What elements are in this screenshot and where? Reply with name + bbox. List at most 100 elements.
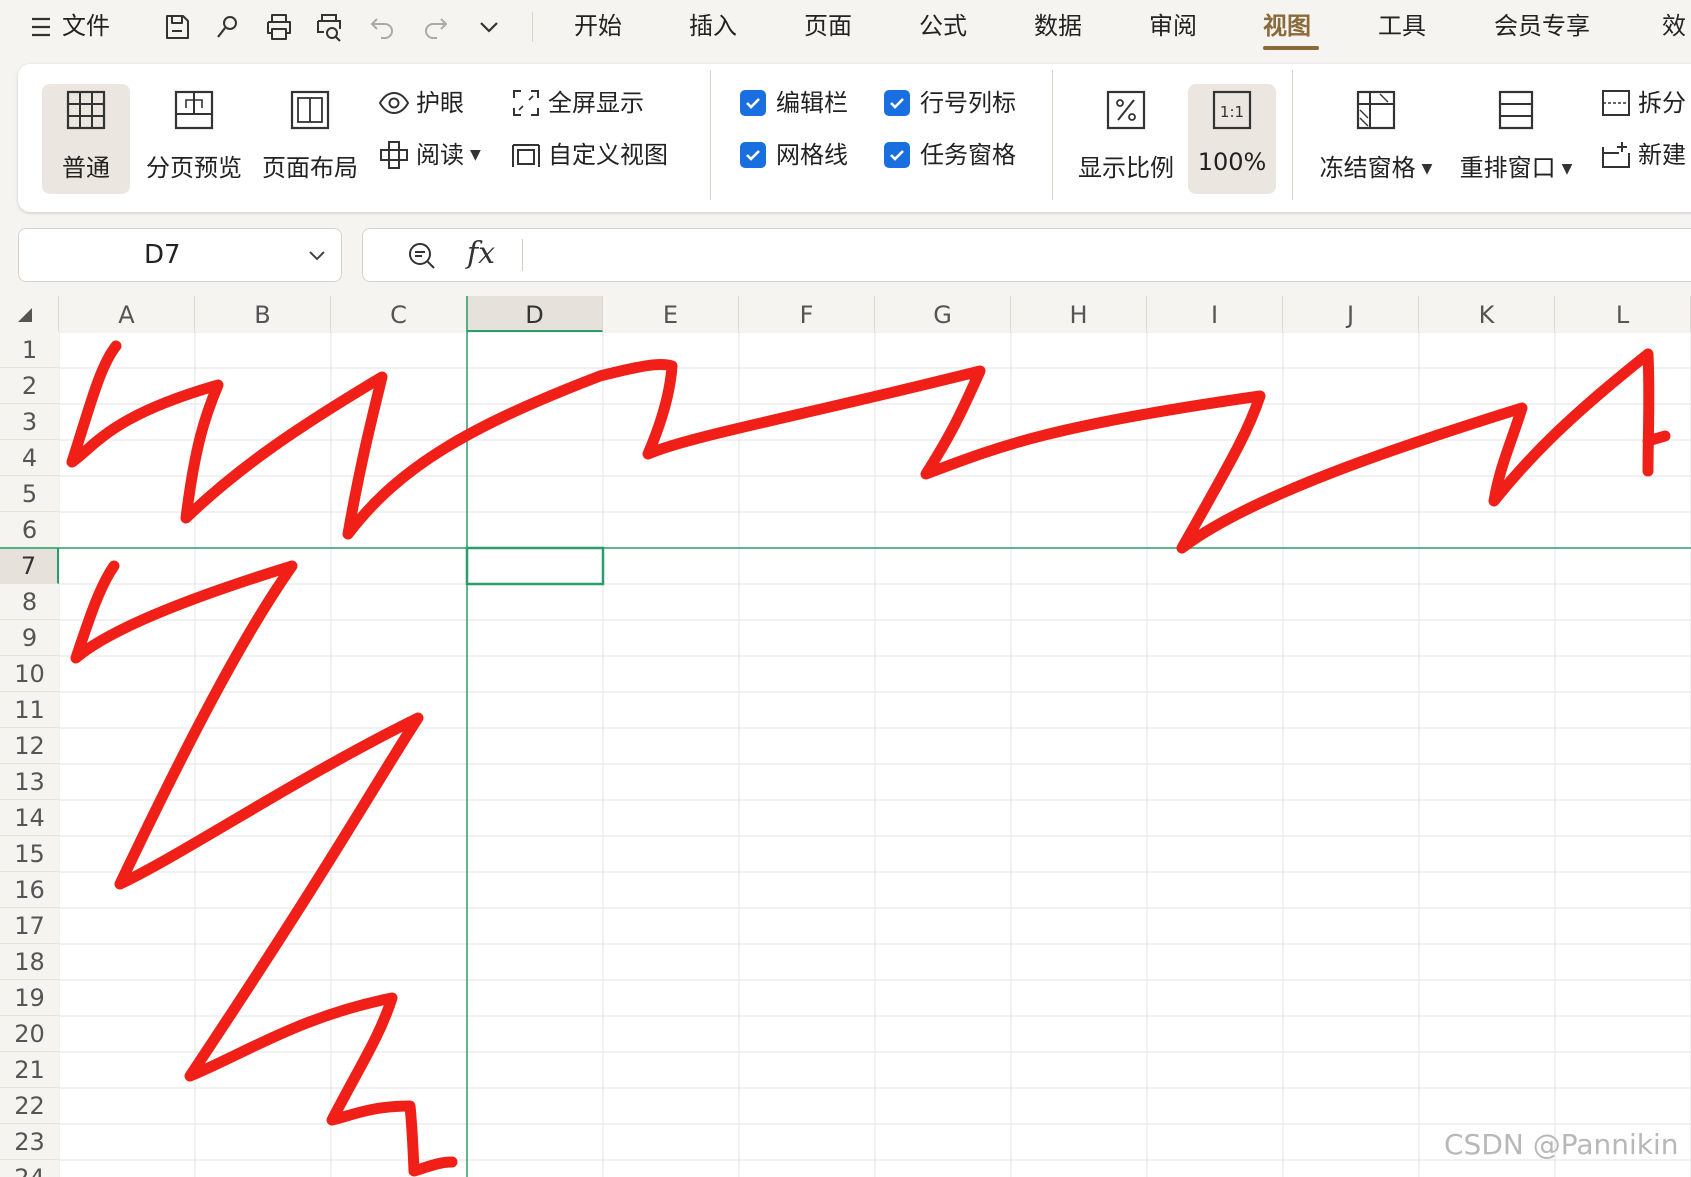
formula-bar-label: 编辑栏 [776,89,848,117]
row-header-23[interactable]: 23 [0,1124,59,1160]
zoom-ratio-button[interactable]: 显示比例 [1074,84,1178,194]
column-header-c[interactable]: C [331,296,467,332]
row-header-22[interactable]: 22 [0,1088,59,1124]
tab-data[interactable]: 数据 [1034,8,1082,44]
column-header-l[interactable]: L [1555,296,1691,332]
page-layout-label: 页面布局 [262,154,358,182]
normal-view-button[interactable]: 普通 [42,84,130,194]
row-header-8[interactable]: 8 [0,584,59,620]
customize-quick-access-chevron-icon[interactable] [472,10,506,44]
row-header-10[interactable]: 10 [0,656,59,692]
custom-view-icon [510,139,542,171]
select-all-corner[interactable] [0,296,59,332]
read-mode-chevron-down-icon: ▼ [470,147,481,163]
freeze-panes-label: 冻结窗格 ▼ [1319,154,1433,182]
read-mode-button[interactable]: 阅读 ▼ [378,136,481,172]
row-header-4[interactable]: 4 [0,440,59,476]
name-box[interactable]: D7 [18,228,342,282]
redo-icon[interactable] [418,10,452,44]
arrange-windows-button[interactable]: 重排窗口 ▼ [1454,84,1578,194]
grid-view-icon [66,90,106,130]
row-header-6[interactable]: 6 [0,512,59,548]
fx-icon[interactable]: fx [467,235,495,273]
row-col-headers-label: 行号列标 [920,89,1016,117]
page-layout-icon [290,90,330,130]
page-layout-button[interactable]: 页面布局 [258,84,362,194]
percent-icon [1106,90,1146,130]
save-icon[interactable] [160,10,194,44]
formula-bar[interactable]: fx [362,228,1691,282]
select-all-triangle-icon [18,308,32,322]
zoom-100-button[interactable]: 1:1 100% [1188,84,1276,194]
fullscreen-icon [510,87,542,119]
row-header-20[interactable]: 20 [0,1016,59,1052]
checkbox-checked-icon [884,142,910,168]
row-header-17[interactable]: 17 [0,908,59,944]
spreadsheet-grid[interactable]: ABCDEFGHIJKL 1 2 3 4 5 6 7 8 9 10 11 12 13 14 15 16 17 18… [0,296,1691,1177]
tab-page[interactable]: 页面 [804,8,852,44]
gridlines-checkbox[interactable]: 网格线 [740,136,848,172]
tab-insert[interactable]: 插入 [689,8,737,44]
print-preview-icon[interactable] [312,10,346,44]
row-header-15[interactable]: 15 [0,836,59,872]
custom-view-button[interactable]: 自定义视图 [510,136,668,172]
formula-bar-checkbox[interactable]: 编辑栏 [740,84,848,120]
row-header-16[interactable]: 16 [0,872,59,908]
row-header-1[interactable]: 1 [0,332,59,368]
zoom-ratio-label: 显示比例 [1078,154,1174,182]
tab-efficiency[interactable]: 效 [1662,8,1686,44]
row-header-5[interactable]: 5 [0,476,59,512]
undo-icon[interactable] [366,10,400,44]
menubar-divider [532,12,533,42]
file-menu[interactable]: 文件 [62,8,110,44]
arrange-windows-label: 重排窗口 ▼ [1459,154,1573,182]
row-header-19[interactable]: 19 [0,980,59,1016]
freeze-panes-button[interactable]: 冻结窗格 ▼ [1314,84,1438,194]
print-icon[interactable] [262,10,296,44]
tab-home[interactable]: 开始 [574,8,622,44]
column-header-b[interactable]: B [195,296,331,332]
column-header-d[interactable]: D [467,296,603,332]
tab-member[interactable]: 会员专享 [1494,8,1590,44]
row-header-24[interactable]: 24 [0,1160,59,1177]
split-button[interactable]: 拆分 [1600,84,1686,120]
row-header-13[interactable]: 13 [0,764,59,800]
actual-size-icon: 1:1 [1212,90,1252,130]
column-header-k[interactable]: K [1419,296,1555,332]
watermark: CSDN @Pannikin [1444,1128,1679,1161]
column-header-j[interactable]: J [1283,296,1419,332]
column-header-g[interactable]: G [875,296,1011,332]
eye-protect-button[interactable]: 护眼 [378,84,464,120]
eye-protect-label: 护眼 [416,89,464,117]
row-header-7[interactable]: 7 [0,548,59,584]
tab-view[interactable]: 视图 [1263,8,1311,44]
row-col-headers-checkbox[interactable]: 行号列标 [884,84,1016,120]
row-header-18[interactable]: 18 [0,944,59,980]
column-header-i[interactable]: I [1147,296,1283,332]
column-header-e[interactable]: E [603,296,739,332]
tab-formula[interactable]: 公式 [919,8,967,44]
quick-share-icon[interactable] [210,10,244,44]
tab-review[interactable]: 审阅 [1149,8,1197,44]
gridlines-label: 网格线 [776,141,848,169]
page-break-preview-button[interactable]: 分页预览 [142,84,246,194]
row-header-9[interactable]: 9 [0,620,59,656]
menu-bar: 文件 开始 插入 页面 公式 数据 审阅 视图 工具 会员专享 效 [0,0,1691,54]
row-header-3[interactable]: 3 [0,404,59,440]
tab-tools[interactable]: 工具 [1378,8,1426,44]
formula-search-icon[interactable] [405,239,439,273]
column-header-h[interactable]: H [1011,296,1147,332]
column-header-f[interactable]: F [739,296,875,332]
hamburger-menu-icon[interactable] [24,10,58,44]
new-window-button[interactable]: 新建 [1600,136,1686,172]
row-header-14[interactable]: 14 [0,800,59,836]
name-box-chevron-down-icon[interactable] [307,245,327,265]
freeze-panes-icon [1356,90,1396,130]
row-header-2[interactable]: 2 [0,368,59,404]
task-pane-checkbox[interactable]: 任务窗格 [884,136,1016,172]
row-header-12[interactable]: 12 [0,728,59,764]
column-header-a[interactable]: A [59,296,195,332]
row-header-21[interactable]: 21 [0,1052,59,1088]
fullscreen-button[interactable]: 全屏显示 [510,84,644,120]
row-header-11[interactable]: 11 [0,692,59,728]
